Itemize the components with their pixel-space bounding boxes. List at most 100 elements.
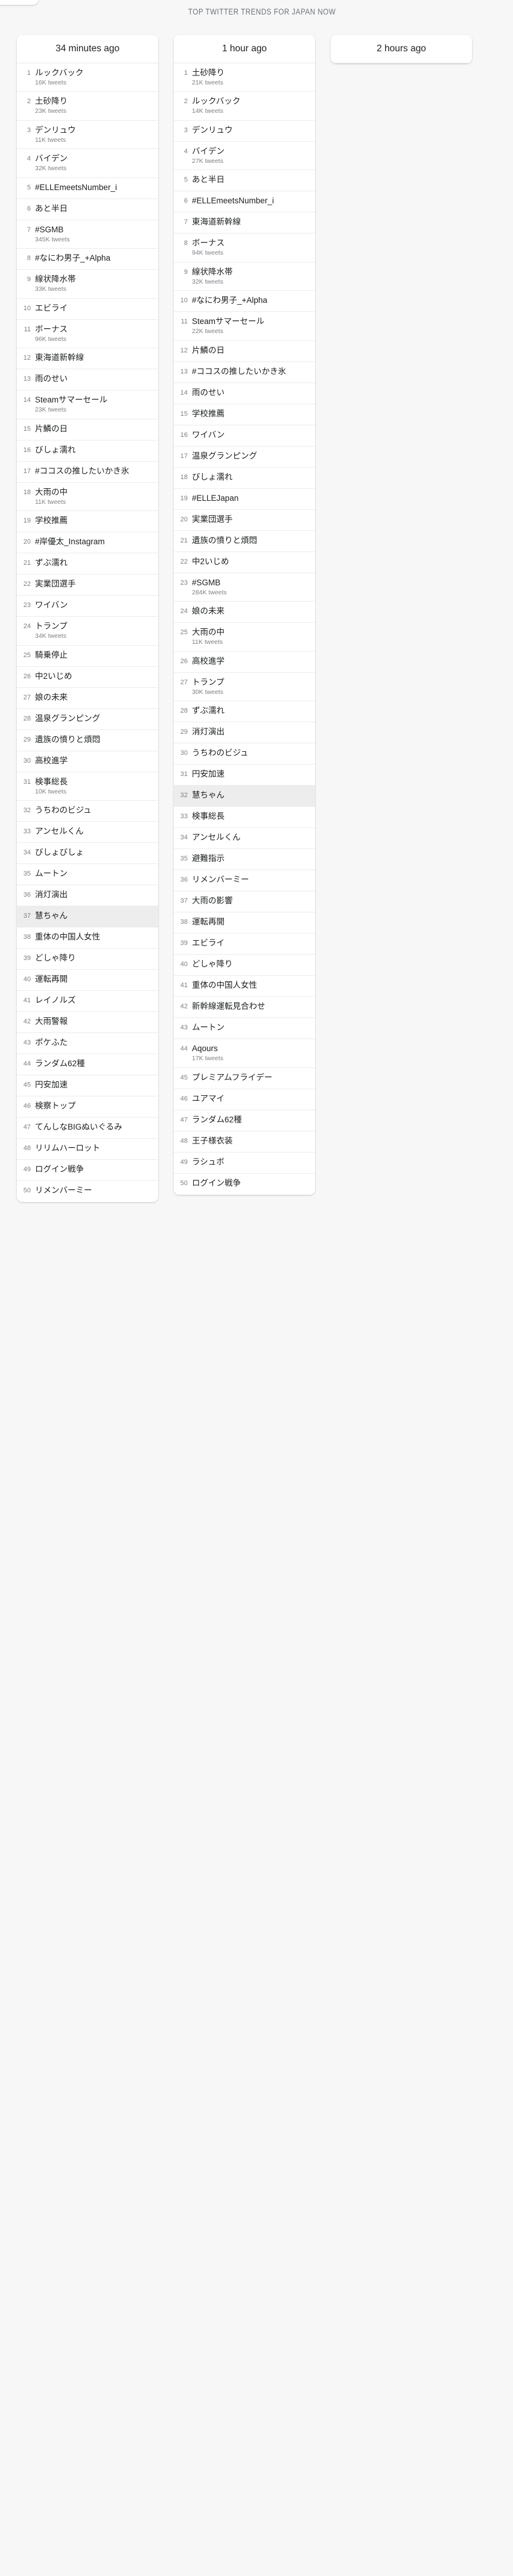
trend-row[interactable]: 49 ログイン戦争 — [17, 1160, 158, 1181]
trend-row[interactable]: 35 ムートン — [17, 864, 158, 886]
trend-row[interactable]: 29 消灯演出 — [174, 722, 315, 744]
trend-row[interactable]: 48 王子様衣装 — [174, 1131, 315, 1153]
trend-name[interactable]: ずぶ濡れ — [35, 558, 155, 568]
trend-row[interactable]: 43 ポケふた — [17, 1033, 158, 1055]
trend-name[interactable]: ワイバン — [35, 600, 155, 610]
trend-name[interactable]: びしょびしょ — [35, 848, 155, 857]
trend-name[interactable]: Steamサマーセール — [35, 395, 155, 405]
trend-name[interactable]: 高校進学 — [35, 756, 155, 766]
trend-name[interactable]: トランプ — [35, 622, 155, 631]
trend-name[interactable]: 片鱗の日 — [35, 424, 155, 434]
trend-row[interactable]: 1 土砂降り 21K tweets — [174, 63, 315, 92]
trend-name[interactable]: 温泉グランピング — [192, 451, 311, 461]
trend-row[interactable]: 9 線状降水帯 32K tweets — [174, 262, 315, 291]
trend-row[interactable]: 37 大雨の影響 — [174, 891, 315, 913]
trend-row[interactable]: 5 #ELLEmeetsNumber_i — [17, 177, 158, 199]
trend-row[interactable]: 35 避難指示 — [174, 849, 315, 871]
trend-name[interactable]: どしゃ降り — [35, 953, 155, 963]
trend-row[interactable]: 24 トランプ 34K tweets — [17, 617, 158, 646]
trend-name[interactable]: Aqours — [192, 1044, 311, 1054]
trend-name[interactable]: デンリュウ — [192, 126, 311, 135]
trend-name[interactable]: 円安加速 — [192, 769, 311, 779]
trend-name[interactable]: #岸優太_Instagram — [35, 537, 155, 547]
trend-row[interactable]: 23 #SGMB 284K tweets — [174, 573, 315, 602]
trend-name[interactable]: 雨のせい — [192, 388, 311, 398]
trend-row[interactable]: 14 Steamサマーセール 23K tweets — [17, 390, 158, 419]
trend-name[interactable]: 片鱗の日 — [192, 346, 311, 355]
trend-name[interactable]: 慧ちゃん — [192, 790, 311, 800]
trend-name[interactable]: びしょ濡れ — [192, 472, 311, 482]
trend-row[interactable]: 22 中2いじめ — [174, 552, 315, 573]
trend-name[interactable]: ログイン戦争 — [35, 1165, 155, 1174]
trend-name[interactable]: 消灯演出 — [192, 727, 311, 737]
trend-name[interactable]: 土砂降り — [35, 97, 155, 106]
trend-row[interactable]: 32 うちわのビジュ — [17, 801, 158, 822]
trend-row[interactable]: 10 #なにわ男子_+Alpha — [174, 291, 315, 313]
trend-row[interactable]: 10 エビライ — [17, 298, 158, 320]
trend-row[interactable]: 48 リリムハーロット — [17, 1139, 158, 1160]
trend-name[interactable]: エビライ — [35, 304, 155, 313]
trend-name[interactable]: #SGMB — [35, 225, 155, 235]
trend-row[interactable]: 4 バイデン 27K tweets — [174, 141, 315, 171]
trend-row[interactable]: 50 リメンバーミー — [17, 1181, 158, 1203]
trend-name[interactable]: 重体の中国人女性 — [192, 981, 311, 990]
trend-name[interactable]: ラシュボ — [192, 1157, 311, 1167]
trend-name[interactable]: うちわのビジュ — [192, 748, 311, 758]
trend-name[interactable]: ルックバック — [35, 68, 155, 78]
trend-row[interactable]: 33 アンセルくん — [17, 822, 158, 844]
trend-row[interactable]: 37 慧ちゃん — [17, 906, 158, 928]
trend-name[interactable]: あと半日 — [35, 204, 155, 214]
trend-row[interactable]: 41 重体の中国人女性 — [174, 976, 315, 997]
trend-row[interactable]: 42 新幹線運転見合わせ — [174, 997, 315, 1019]
trend-row[interactable]: 38 重体の中国人女性 — [17, 927, 158, 949]
trend-row[interactable]: 11 ボーナス 96K tweets — [17, 319, 158, 349]
trend-row[interactable]: 39 どしゃ降り — [17, 949, 158, 970]
trend-row[interactable]: 6 #ELLEmeetsNumber_i — [174, 191, 315, 213]
trend-name[interactable]: てんしなBIGぬいぐるみ — [35, 1122, 155, 1132]
trend-row[interactable]: 24 娘の未来 — [174, 602, 315, 623]
trend-row[interactable]: 45 プレミアムフライデー — [174, 1067, 315, 1089]
trend-row[interactable]: 22 実業団選手 — [17, 574, 158, 596]
trend-row[interactable]: 17 #ココスの推したいかき氷 — [17, 461, 158, 483]
trend-row[interactable]: 31 円安加速 — [174, 765, 315, 786]
trend-row[interactable]: 45 円安加速 — [17, 1075, 158, 1097]
trend-row[interactable]: 27 娘の未来 — [17, 687, 158, 709]
trend-name[interactable]: 大雨の中 — [35, 488, 155, 497]
trend-name[interactable]: レイノルズ — [35, 996, 155, 1005]
trend-row[interactable]: 26 中2いじめ — [17, 666, 158, 688]
trend-name[interactable]: 消灯演出 — [35, 890, 155, 900]
trend-name[interactable]: 慧ちゃん — [35, 911, 155, 921]
trend-row[interactable]: 3 デンリュウ 11K tweets — [17, 120, 158, 150]
trend-row[interactable]: 21 ずぶ濡れ — [17, 553, 158, 575]
trend-name[interactable]: うちわのビジュ — [35, 806, 155, 815]
trend-name[interactable]: #ELLEmeetsNumber_i — [192, 196, 311, 206]
trend-name[interactable]: 避難指示 — [192, 854, 311, 863]
trend-name[interactable]: 新幹線運転見合わせ — [192, 1002, 311, 1011]
trend-name[interactable]: #ELLEmeetsNumber_i — [35, 183, 155, 192]
trend-row[interactable]: 9 線状降水帯 33K tweets — [17, 270, 158, 299]
trend-row[interactable]: 32 慧ちゃん — [174, 786, 315, 807]
trend-row[interactable]: 42 大雨警報 — [17, 1012, 158, 1034]
trend-name[interactable]: 線状降水帯 — [35, 275, 155, 284]
trend-row[interactable]: 2 ルックバック 14K tweets — [174, 92, 315, 121]
trend-row[interactable]: 44 ランダム62種 — [17, 1054, 158, 1076]
trend-name[interactable]: 検察トップ — [35, 1101, 155, 1111]
trend-name[interactable]: アンセルくん — [192, 833, 311, 842]
trend-row[interactable]: 17 温泉グランピング — [174, 446, 315, 468]
trend-name[interactable]: アンセルくん — [35, 827, 155, 836]
trend-name[interactable]: ルックバック — [192, 97, 311, 106]
trend-name[interactable]: ログイン戦争 — [192, 1178, 311, 1188]
trend-row[interactable]: 27 トランプ 30K tweets — [174, 672, 315, 702]
trend-row[interactable]: 28 ずぶ濡れ — [174, 701, 315, 723]
trend-row[interactable]: 12 東海道新幹線 — [17, 348, 158, 370]
trend-row[interactable]: 7 東海道新幹線 — [174, 212, 315, 234]
trend-row[interactable]: 30 高校進学 — [17, 751, 158, 772]
trend-row[interactable]: 19 #ELLEJapan — [174, 488, 315, 510]
trend-row[interactable]: 1 ルックバック 16K tweets — [17, 63, 158, 92]
trend-name[interactable]: びしょ濡れ — [35, 445, 155, 455]
trend-name[interactable]: 中2いじめ — [35, 672, 155, 681]
trend-name[interactable]: 東海道新幹線 — [192, 217, 311, 227]
trend-name[interactable]: あと半日 — [192, 175, 311, 185]
trend-name[interactable]: ムートン — [192, 1023, 311, 1032]
trend-name[interactable]: 運転再開 — [35, 975, 155, 984]
